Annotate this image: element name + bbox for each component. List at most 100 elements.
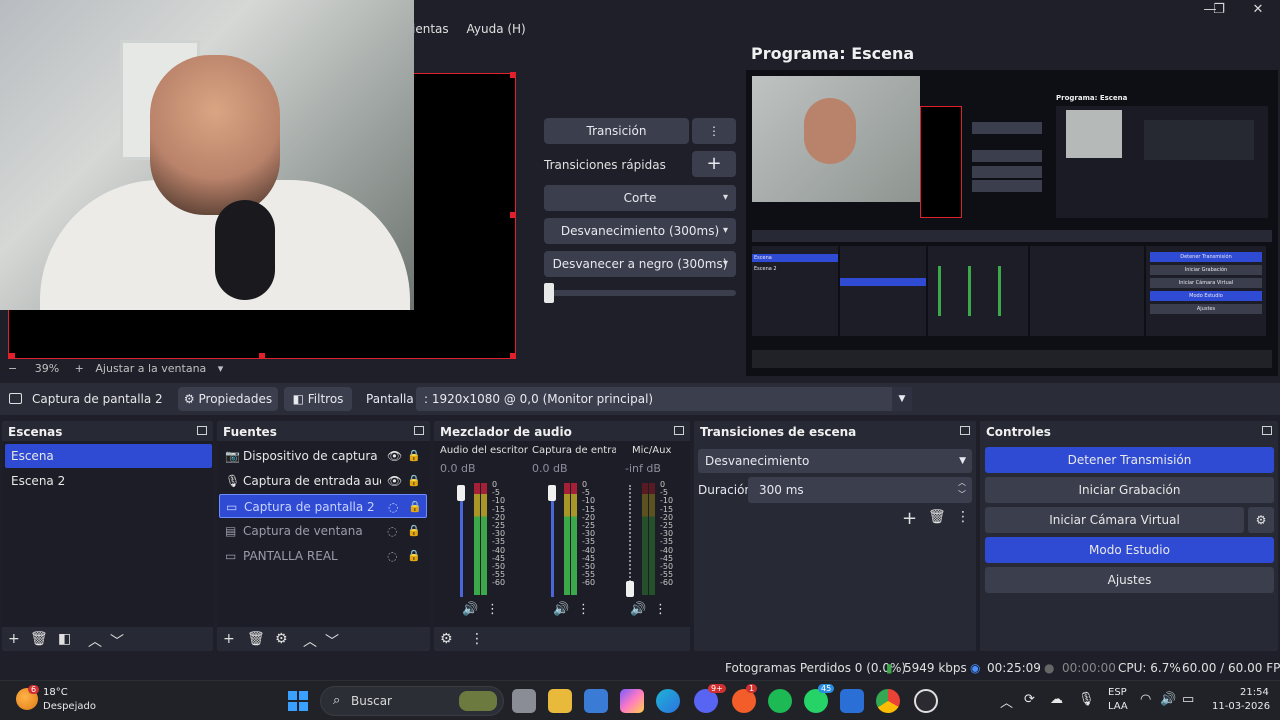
- zoom-in-icon[interactable]: +: [75, 362, 84, 375]
- spinner-icon[interactable]: ︿ ﹀: [958, 477, 966, 501]
- zoom-fit-label[interactable]: Ajustar a la ventana: [95, 362, 206, 375]
- resize-handle[interactable]: [510, 353, 516, 359]
- photos-icon[interactable]: [840, 689, 864, 713]
- trash-icon[interactable]: 🗑: [928, 509, 946, 525]
- more-options-icon[interactable]: ⋮: [577, 602, 590, 617]
- more-options-icon[interactable]: ⋮: [486, 602, 499, 617]
- volume-fader-knob[interactable]: [457, 485, 465, 501]
- clock-time[interactable]: 21:54: [1240, 687, 1269, 698]
- source-item[interactable]: ▤ Captura de ventana ◌ 🔒: [219, 519, 427, 543]
- undock-icon[interactable]: [414, 426, 424, 435]
- add-icon[interactable]: +: [8, 631, 20, 647]
- more-options-icon[interactable]: ⋮: [956, 509, 970, 525]
- undock-icon[interactable]: [197, 426, 207, 435]
- trash-icon[interactable]: 🗑: [247, 631, 265, 647]
- eye-hidden-icon[interactable]: ◌: [387, 519, 397, 543]
- stop-streaming-button[interactable]: Detener Transmisión: [985, 447, 1274, 473]
- speaker-icon[interactable]: 🔊: [462, 602, 478, 617]
- cloud-icon[interactable]: ☁: [1050, 692, 1063, 707]
- battery-icon[interactable]: ▭: [1182, 692, 1194, 707]
- wifi-icon[interactable]: ◠: [1140, 692, 1151, 707]
- undock-icon[interactable]: [674, 426, 684, 435]
- resize-handle[interactable]: [510, 212, 516, 218]
- clock-date[interactable]: 11-03-2026: [1212, 701, 1270, 712]
- eye-hidden-icon[interactable]: ◌: [388, 495, 398, 519]
- start-recording-button[interactable]: Iniciar Grabación: [985, 477, 1274, 503]
- t-bar-handle[interactable]: [544, 283, 554, 303]
- quick-transition-fade-black[interactable]: Desvanecer a negro (300ms) ▾: [544, 251, 736, 277]
- studio-mode-button[interactable]: Modo Estudio: [985, 537, 1274, 563]
- gear-icon[interactable]: ⚙: [275, 631, 288, 647]
- source-item[interactable]: ▭ Captura de pantalla 2 ◌ 🔒: [219, 494, 427, 518]
- transition-select[interactable]: Desvanecimiento ▼: [698, 449, 972, 473]
- eye-icon[interactable]: 👁: [387, 444, 402, 468]
- chevron-down-icon[interactable]: ﹀: [325, 631, 339, 651]
- chevron-down-icon[interactable]: ﹀: [110, 631, 124, 651]
- more-options-icon[interactable]: ⋮: [692, 118, 736, 144]
- task-view-icon[interactable]: [512, 689, 536, 713]
- trash-icon[interactable]: 🗑: [30, 631, 48, 647]
- windows-start-icon[interactable]: [288, 691, 308, 711]
- lock-icon[interactable]: 🔒: [407, 444, 421, 468]
- scene-item-escena[interactable]: Escena: [5, 444, 212, 468]
- weather-temperature[interactable]: 18°C: [43, 687, 68, 698]
- microphone-icon[interactable]: 🎙: [1078, 692, 1095, 707]
- quick-transition-cut[interactable]: Corte ▾: [544, 185, 736, 211]
- lock-icon[interactable]: 🔒: [408, 495, 422, 519]
- volume-icon[interactable]: 🔊: [1160, 692, 1176, 707]
- taskbar-search[interactable]: ⌕ Buscar: [320, 686, 504, 716]
- volume-fader-track[interactable]: [551, 485, 554, 597]
- volume-fader-track[interactable]: [460, 485, 463, 597]
- menu-item-tools[interactable]: ientas: [412, 22, 449, 36]
- quick-transition-fade[interactable]: Desvanecimiento (300ms) ▾: [544, 218, 736, 244]
- add-icon[interactable]: +: [902, 508, 917, 529]
- source-item[interactable]: 📷 Dispositivo de captura de v 👁 🔒: [219, 444, 427, 468]
- undock-icon[interactable]: [1262, 426, 1272, 435]
- duration-input[interactable]: 300 ms ︿ ﹀: [748, 477, 972, 503]
- volume-fader-knob[interactable]: [626, 581, 634, 597]
- keyboard-layout[interactable]: LAA: [1108, 701, 1128, 712]
- chevron-up-icon[interactable]: ︿: [88, 631, 102, 651]
- weather-description[interactable]: Despejado: [43, 701, 96, 712]
- advanced-audio-icon[interactable]: ⚙: [440, 631, 453, 647]
- add-icon[interactable]: +: [223, 631, 235, 647]
- chevron-up-icon[interactable]: ︿: [303, 631, 317, 651]
- speaker-icon[interactable]: 🔊: [553, 602, 569, 617]
- zoom-out-icon[interactable]: −: [8, 362, 17, 375]
- filter-icon[interactable]: ◧: [58, 631, 71, 647]
- scene-item-escena-2[interactable]: Escena 2: [5, 469, 212, 493]
- eye-hidden-icon[interactable]: ◌: [387, 544, 397, 568]
- maximize-icon[interactable]: ❐: [1201, 0, 1237, 20]
- chevron-down-icon[interactable]: ▾: [218, 362, 224, 375]
- more-options-icon[interactable]: ⋮: [654, 602, 667, 617]
- source-item[interactable]: ▭ PANTALLA REAL ◌ 🔒: [219, 544, 427, 568]
- obs-icon[interactable]: [914, 689, 938, 713]
- menu-item-help[interactable]: Ayuda (H): [466, 22, 525, 36]
- chevron-up-icon[interactable]: ︿: [1000, 692, 1013, 711]
- display-select[interactable]: : 1920x1080 @ 0,0 (Monitor principal) ▼: [416, 387, 912, 411]
- copilot-icon[interactable]: [620, 689, 644, 713]
- undock-icon[interactable]: [960, 426, 970, 435]
- close-icon[interactable]: ✕: [1240, 0, 1276, 20]
- virtual-camera-settings-button[interactable]: ⚙: [1248, 507, 1274, 533]
- resize-handle[interactable]: [510, 72, 516, 78]
- start-virtual-camera-button[interactable]: Iniciar Cámara Virtual: [985, 507, 1244, 533]
- volume-fader-knob[interactable]: [548, 485, 556, 501]
- file-explorer-icon[interactable]: [548, 689, 572, 713]
- store-icon[interactable]: [584, 689, 608, 713]
- more-options-icon[interactable]: ⋮: [470, 631, 484, 647]
- transition-button[interactable]: Transición: [544, 118, 689, 144]
- source-item[interactable]: 🎙 Captura de entrada audio 2 👁 🔒: [219, 469, 427, 493]
- chrome-icon[interactable]: [876, 689, 900, 713]
- lock-icon[interactable]: 🔒: [407, 544, 421, 568]
- speaker-icon[interactable]: 🔊: [630, 602, 646, 617]
- lock-icon[interactable]: 🔒: [407, 519, 421, 543]
- t-bar-track[interactable]: [544, 290, 736, 296]
- edge-icon[interactable]: [656, 689, 680, 713]
- eye-icon[interactable]: 👁: [387, 469, 402, 493]
- filters-button[interactable]: ◧ Filtros: [284, 387, 352, 411]
- settings-button[interactable]: Ajustes: [985, 567, 1274, 593]
- resize-handle[interactable]: [9, 353, 15, 359]
- resize-handle[interactable]: [259, 353, 265, 359]
- lock-icon[interactable]: 🔒: [407, 469, 421, 493]
